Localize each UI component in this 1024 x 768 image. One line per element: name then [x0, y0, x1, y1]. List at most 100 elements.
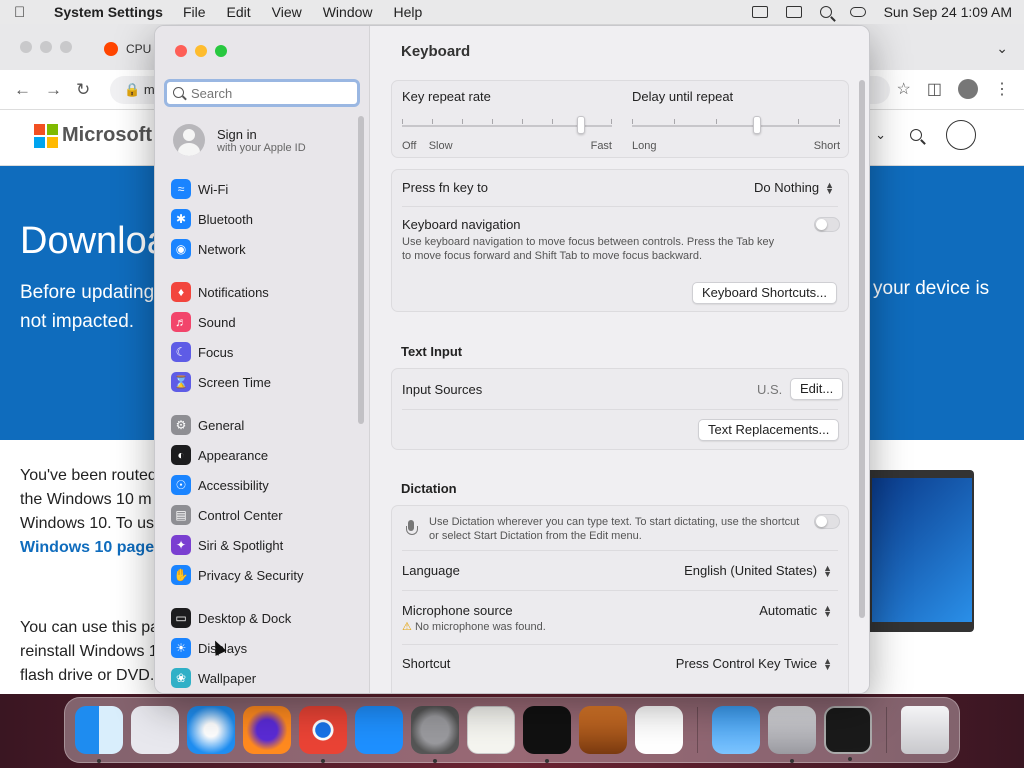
sidebar-item-wi-fi[interactable]: ≈ Wi-Fi [171, 179, 228, 199]
shortcut-label: Shortcut [402, 656, 451, 671]
apple-id-sign-in[interactable]: Sign in with your Apple ID [173, 124, 306, 156]
menu-edit[interactable]: Edit [227, 4, 251, 20]
system-settings-icon[interactable] [411, 706, 459, 763]
keyboard-shortcuts-button[interactable]: Keyboard Shortcuts... [692, 282, 838, 304]
textedit-icon[interactable] [467, 706, 515, 754]
menu-window[interactable]: Window [323, 4, 373, 20]
site-chevron-icon[interactable]: ⌄ [875, 127, 886, 143]
apple-menu-icon[interactable]:  [14, 4, 36, 21]
sidebar-scrollbar[interactable] [358, 116, 364, 424]
fn-key-popup[interactable]: Do Nothing ▲ ▼ [754, 180, 834, 195]
site-search-icon[interactable] [910, 129, 922, 141]
tab-list-chevron-icon[interactable]: ⌄ [996, 40, 1008, 57]
shortcut-popup[interactable]: Press Control Key Twice ▲ ▼ [676, 656, 832, 671]
input-sources-edit-button[interactable]: Edit... [790, 378, 844, 400]
shortcut-row: Shortcut Press Control Key Twice ▲ ▼ [402, 656, 838, 671]
microphone-popup[interactable]: Automatic ▲ ▼ [759, 603, 832, 618]
forward-arrow-icon[interactable]: → [45, 80, 62, 100]
disk-utility-icon[interactable] [768, 706, 816, 763]
browser-tab[interactable]: CPU [104, 42, 151, 56]
trash-icon[interactable] [901, 706, 949, 754]
sidebar-item-focus[interactable]: ☾ Focus [171, 342, 233, 362]
hero-text-right: your device is [873, 278, 990, 299]
site-brand[interactable]: Microsoft [62, 124, 152, 147]
moon-icon: ☾ [171, 342, 191, 362]
warning-icon: ⚠ [402, 621, 412, 633]
back-arrow-icon[interactable]: ← [14, 80, 31, 100]
finder-icon[interactable] [75, 706, 123, 763]
activity-monitor-icon[interactable] [824, 706, 872, 761]
sidebar-item-sound[interactable]: ♬ Sound [171, 312, 236, 332]
minimize-button[interactable] [195, 45, 207, 57]
bookmark-star-icon[interactable]: ☆ [897, 79, 911, 99]
dock [64, 697, 960, 763]
language-popup[interactable]: English (United States) ▲ ▼ [684, 563, 832, 578]
sidebar-item-privacy-security[interactable]: ✋ Privacy & Security [171, 565, 303, 585]
divider [402, 644, 838, 645]
hourglass-icon: ⌛ [171, 372, 191, 392]
garageband-icon[interactable] [579, 706, 627, 754]
sidebar-item-notifications[interactable]: ♦ Notifications [171, 282, 269, 302]
sidebar-item-control-center[interactable]: ▤ Control Center [171, 505, 283, 525]
keyboard-nav-toggle[interactable] [814, 217, 840, 232]
sidebar-item-appearance[interactable]: ◐ Appearance [171, 445, 268, 465]
launchpad-icon[interactable] [131, 706, 179, 754]
menu-clock[interactable]: Sun Sep 24 1:09 AM [884, 4, 1012, 20]
settings-content: Keyboard Key repeat rate Delay until rep… [371, 26, 869, 693]
chrome-icon[interactable] [299, 706, 347, 763]
sidebar-item-label: Desktop & Dock [198, 610, 292, 626]
app-store-icon[interactable] [355, 706, 403, 754]
terminal-icon[interactable] [523, 706, 571, 763]
input-menu-icon[interactable] [751, 6, 768, 18]
divider [402, 409, 838, 410]
menu-help[interactable]: Help [394, 4, 423, 20]
menu-file[interactable]: File [183, 4, 206, 20]
content-scrollbar[interactable] [859, 80, 865, 618]
reload-icon[interactable]: ↻ [76, 80, 90, 100]
more-menu-icon[interactable]: ⋮ [994, 79, 1010, 99]
zoom-button[interactable] [215, 45, 227, 57]
microsoft-logo-icon[interactable] [34, 124, 58, 148]
sidebar-item-screen-time[interactable]: ⌛ Screen Time [171, 372, 271, 392]
menu-view[interactable]: View [272, 4, 302, 20]
sidebar-item-label: Control Center [198, 507, 283, 523]
menu-app-name[interactable]: System Settings [54, 4, 163, 20]
sidebar-search[interactable] [164, 79, 360, 107]
sidebar-item-bluetooth[interactable]: ✱ Bluetooth [171, 209, 253, 229]
screen-mirroring-icon[interactable] [785, 6, 802, 18]
hand-icon: ✋ [171, 565, 191, 585]
profile-avatar-icon[interactable] [958, 79, 978, 99]
spotlight-icon[interactable] [819, 6, 832, 18]
weather-icon[interactable] [712, 706, 760, 754]
text-replacements-button[interactable]: Text Replacements... [698, 419, 840, 441]
sidebar-item-siri-spotlight[interactable]: ✦ Siri & Spotlight [171, 535, 283, 555]
browser-traffic-lights [20, 41, 72, 53]
laptop-image [866, 470, 974, 632]
firefox-icon[interactable] [243, 706, 291, 754]
key-repeat-slider-knob[interactable] [576, 116, 585, 134]
sidebar-item-displays[interactable]: ☀ Displays [171, 638, 247, 658]
delay-repeat-slider[interactable] [632, 116, 840, 134]
dictation-toggle[interactable] [814, 514, 840, 529]
sidebar-item-desktop-dock[interactable]: ▭ Desktop & Dock [171, 608, 291, 628]
sidebar-item-general[interactable]: ⚙ General [171, 415, 244, 435]
safari-icon[interactable] [187, 706, 235, 754]
key-repeat-slider[interactable] [402, 116, 612, 134]
vscode-icon[interactable] [635, 706, 683, 754]
sidebar-item-label: Sound [198, 314, 236, 330]
delay-repeat-slider-knob[interactable] [752, 116, 761, 134]
windows-10-link[interactable]: Windows 10 page f [20, 539, 164, 556]
control-center-icon[interactable] [849, 7, 866, 17]
sidebar-item-wallpaper[interactable]: ❀ Wallpaper [171, 668, 256, 688]
close-button[interactable] [175, 45, 187, 57]
search-input[interactable] [191, 83, 351, 103]
delay-repeat-label: Delay until repeat [632, 89, 734, 104]
sidebar-item-network[interactable]: ◉ Network [171, 239, 246, 259]
microphone-icon [406, 520, 418, 537]
side-panel-icon[interactable]: ◫ [927, 79, 942, 99]
dock-separator [697, 707, 698, 753]
sidebar-item-accessibility[interactable]: ☉ Accessibility [171, 475, 269, 495]
text-input-card: Input Sources U.S. Edit... Text Replacem… [391, 368, 849, 450]
site-account-icon[interactable] [946, 120, 976, 150]
menu-bar:  System Settings File Edit View Window … [0, 0, 1024, 24]
